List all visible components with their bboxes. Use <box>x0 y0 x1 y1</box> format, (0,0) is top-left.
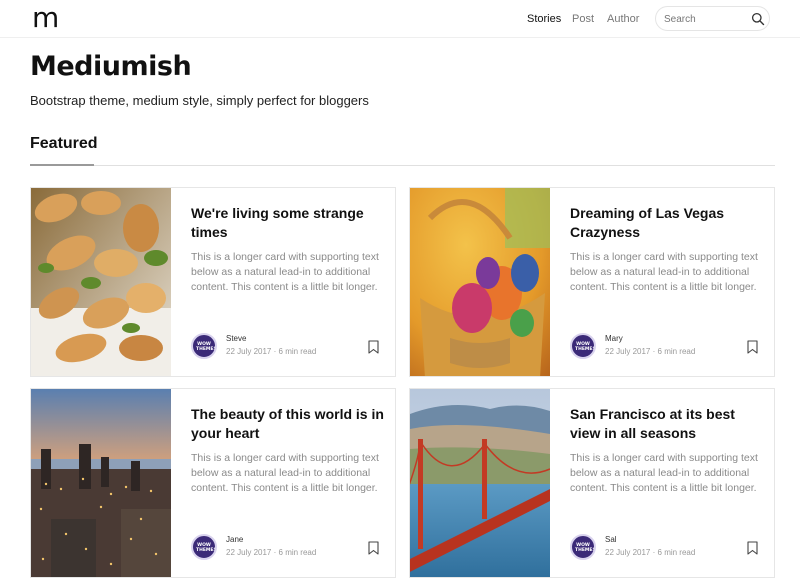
author-avatar[interactable]: WOW THEMES <box>570 333 596 359</box>
post-title[interactable]: The beauty of this world is in your hear… <box>191 405 386 443</box>
post-card[interactable]: San Francisco at its best view in all se… <box>409 388 775 578</box>
author-name[interactable]: Jane <box>226 535 243 545</box>
post-card-image[interactable] <box>410 188 550 376</box>
author-avatar[interactable]: WOW THEMES <box>570 534 596 560</box>
post-meta: 22 July 2017 · 6 min read <box>605 548 695 558</box>
post-card[interactable]: Dreaming of Las Vegas Crazyness This is … <box>409 187 775 377</box>
nav-link-post[interactable]: Post <box>572 12 594 26</box>
post-title[interactable]: Dreaming of Las Vegas Crazyness <box>570 204 765 242</box>
read-time: 6 min read <box>657 347 696 356</box>
section-title-underline <box>30 164 94 166</box>
meta-separator: · <box>273 548 277 557</box>
bookmark-icon[interactable] <box>368 541 379 555</box>
section-title-featured: Featured <box>30 135 98 152</box>
read-time: 6 min read <box>278 548 317 557</box>
read-time: 6 min read <box>657 548 696 557</box>
avatar-label: WOW THEMES <box>575 543 596 553</box>
post-card-image[interactable] <box>410 389 550 577</box>
search-box <box>655 6 770 31</box>
search-icon[interactable] <box>751 12 765 26</box>
bookmark-icon[interactable] <box>368 340 379 354</box>
post-card-image[interactable] <box>31 389 171 577</box>
author-avatar[interactable]: WOW THEMES <box>191 534 217 560</box>
post-date: 22 July 2017 <box>605 347 651 356</box>
post-card[interactable]: The beauty of this world is in your hear… <box>30 388 396 578</box>
bookmark-icon[interactable] <box>747 340 758 354</box>
author-name[interactable]: Mary <box>605 334 623 344</box>
meta-separator: · <box>652 548 656 557</box>
search-input[interactable] <box>664 11 744 27</box>
meta-separator: · <box>273 347 277 356</box>
nav-link-author[interactable]: Author <box>607 12 639 26</box>
post-excerpt: This is a longer card with supporting te… <box>191 251 379 293</box>
post-meta: 22 July 2017 · 6 min read <box>605 347 695 357</box>
post-meta: 22 July 2017 · 6 min read <box>226 548 316 558</box>
author-avatar[interactable]: WOW THEMES <box>191 333 217 359</box>
post-excerpt: This is a longer card with supporting te… <box>570 251 758 293</box>
site-tagline: Bootstrap theme, medium style, simply pe… <box>30 93 369 108</box>
avatar-label: WOW THEMES <box>575 342 596 352</box>
author-name[interactable]: Steve <box>226 334 246 344</box>
post-meta: 22 July 2017 · 6 min read <box>226 347 316 357</box>
post-date: 22 July 2017 <box>226 548 272 557</box>
read-time: 6 min read <box>278 347 317 356</box>
post-title[interactable]: We're living some strange times <box>191 204 386 242</box>
site-logo[interactable]: m <box>32 4 59 32</box>
meta-separator: · <box>652 347 656 356</box>
bookmark-icon[interactable] <box>747 541 758 555</box>
post-excerpt: This is a longer card with supporting te… <box>191 452 379 494</box>
post-card[interactable]: We're living some strange times This is … <box>30 187 396 377</box>
post-date: 22 July 2017 <box>226 347 272 356</box>
author-name[interactable]: Sal <box>605 535 617 545</box>
post-title[interactable]: San Francisco at its best view in all se… <box>570 405 765 443</box>
navbar: m Stories Post Author <box>0 0 800 38</box>
nav-link-stories[interactable]: Stories <box>527 12 561 26</box>
section-divider <box>30 165 775 166</box>
avatar-label: WOW THEMES <box>196 543 217 553</box>
post-date: 22 July 2017 <box>605 548 651 557</box>
post-excerpt: This is a longer card with supporting te… <box>570 452 758 494</box>
site-title: Mediumish <box>30 51 192 82</box>
avatar-label: WOW THEMES <box>196 342 217 352</box>
post-card-image[interactable] <box>31 188 171 376</box>
